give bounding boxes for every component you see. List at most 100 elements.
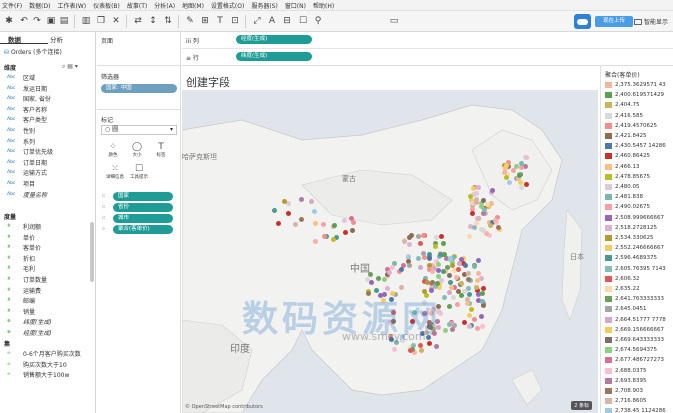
city-mark[interactable] xyxy=(311,209,317,215)
legend-item[interactable]: 2,552.246666667 xyxy=(605,244,664,252)
city-mark[interactable] xyxy=(478,314,484,320)
smart-show-button[interactable]: 智能显示 xyxy=(634,17,668,26)
field-item[interactable]: # 客单价 xyxy=(7,243,41,252)
mark-pill-country[interactable]: 国家 xyxy=(113,192,173,201)
legend-item[interactable]: 2,490.02675 xyxy=(605,203,650,211)
group-icon[interactable]: ⊞ xyxy=(199,15,211,27)
city-mark[interactable] xyxy=(285,210,291,216)
city-mark[interactable] xyxy=(453,275,459,281)
field-item[interactable]: Abc 客户类型 xyxy=(7,115,47,124)
color-button[interactable]: ⁘ 颜色 xyxy=(103,142,123,162)
legend-item[interactable]: 2,480.05 xyxy=(605,183,640,191)
city-mark[interactable] xyxy=(466,292,472,298)
field-item[interactable]: ⊕ 经度(生成) xyxy=(7,328,52,337)
city-mark[interactable] xyxy=(417,240,423,246)
city-mark[interactable] xyxy=(475,271,481,277)
city-mark[interactable] xyxy=(471,185,476,191)
city-mark[interactable] xyxy=(503,163,509,169)
field-item[interactable]: Abc 系列 xyxy=(7,137,35,146)
city-mark[interactable] xyxy=(299,216,305,222)
size-button[interactable]: ◯ 大小 xyxy=(127,142,147,162)
legend-item[interactable]: 2,466.13 xyxy=(605,163,640,171)
legend-item[interactable]: 2,606.32 xyxy=(605,275,640,283)
mark-pill-avg-price[interactable]: 聚合(客单价) xyxy=(113,225,173,234)
city-mark[interactable] xyxy=(322,233,328,239)
city-mark[interactable] xyxy=(331,223,337,229)
city-mark[interactable] xyxy=(523,181,529,187)
duplicate-icon[interactable]: ❐ xyxy=(95,15,107,27)
legend-item[interactable]: 2,669.156666667 xyxy=(605,326,664,334)
menu-item[interactable]: 工作表(W) xyxy=(57,1,86,10)
field-item[interactable]: Abc 客户名称 xyxy=(7,105,47,114)
city-mark[interactable] xyxy=(495,224,501,230)
field-item[interactable]: ∞ 购买次数大于10 xyxy=(7,360,67,369)
legend-item[interactable]: 2,404.75 xyxy=(605,101,640,109)
field-item[interactable]: Abc 区域 xyxy=(7,73,35,82)
sort-desc-icon[interactable]: ⇅ xyxy=(162,15,174,27)
legend-item[interactable]: 2,421.8425 xyxy=(605,132,647,140)
highlight-icon[interactable]: ✎ xyxy=(184,15,196,27)
detail-button[interactable]: ⁙ 详细信息 xyxy=(103,164,127,184)
field-item[interactable]: # 销量 xyxy=(7,307,35,316)
fix-axes-icon[interactable]: ⊡ xyxy=(229,15,241,27)
legend-item[interactable]: 2,416.585 xyxy=(605,112,643,120)
legend-item[interactable]: 2,481.838 xyxy=(605,193,643,201)
city-mark[interactable] xyxy=(298,196,304,202)
mark-pill-province[interactable]: 省份 xyxy=(113,203,173,212)
legend-item[interactable]: 2,688.0375 xyxy=(605,367,647,375)
menu-item[interactable]: 地图(M) xyxy=(182,1,204,10)
legend-item[interactable]: 2,669.643333333 xyxy=(605,336,664,344)
city-mark[interactable] xyxy=(461,289,467,295)
city-mark[interactable] xyxy=(342,229,348,235)
presentation-icon[interactable]: ▭ xyxy=(388,15,400,27)
legend-item[interactable]: 2,738.45 1124286 xyxy=(605,407,666,413)
datasource-item[interactable]: ⛁ Orders (多个连接) xyxy=(4,47,92,56)
legend-item[interactable]: 2,605.76395 7143 xyxy=(605,265,666,273)
city-mark[interactable] xyxy=(368,279,374,285)
city-mark[interactable] xyxy=(449,262,455,268)
legend-item[interactable]: 2,641.763333333 xyxy=(605,295,664,303)
legend-item[interactable]: 2,635.22 xyxy=(605,285,640,293)
sort-asc-icon[interactable]: ↕ xyxy=(147,15,159,27)
columns-pill[interactable]: 经度(生成) xyxy=(236,35,312,44)
city-mark[interactable] xyxy=(449,327,455,333)
menu-item[interactable]: 分析(A) xyxy=(154,1,175,10)
tableau-logo-icon[interactable]: ✱ xyxy=(3,15,15,27)
legend-item[interactable]: 2,375.3629571 43 xyxy=(605,81,666,89)
legend-item[interactable]: 2,478.85675 xyxy=(605,173,650,181)
city-mark[interactable] xyxy=(475,277,481,283)
city-mark[interactable] xyxy=(312,238,318,244)
field-item[interactable]: ⊕ 纬度(生成) xyxy=(7,317,52,326)
show-labels-icon[interactable]: A xyxy=(266,15,278,27)
city-mark[interactable] xyxy=(474,215,480,221)
field-item[interactable]: # 毛利 xyxy=(7,264,35,273)
city-mark[interactable] xyxy=(516,172,522,178)
undo-icon[interactable]: ↶ xyxy=(18,15,30,27)
legend-item[interactable]: 2,419.4570625 xyxy=(605,122,657,130)
mark-type-select[interactable]: ○ 圆 ▾ xyxy=(101,125,177,135)
city-mark[interactable] xyxy=(467,194,473,200)
tooltip-icon[interactable]: ☐ xyxy=(297,15,309,27)
menu-item[interactable]: 帮助(H) xyxy=(313,1,334,10)
menu-item[interactable]: 故事(T) xyxy=(127,1,147,10)
city-mark[interactable] xyxy=(467,233,473,239)
field-item[interactable]: Abc 度量名称 xyxy=(7,190,47,199)
city-mark[interactable] xyxy=(331,236,337,242)
city-mark[interactable] xyxy=(438,278,444,284)
search-icon[interactable]: ⌕ ▤ ▾ xyxy=(62,63,78,71)
city-mark[interactable] xyxy=(415,234,421,240)
city-mark[interactable] xyxy=(457,260,463,266)
city-mark[interactable] xyxy=(398,266,404,272)
save-icon[interactable]: ▣ xyxy=(45,15,57,27)
field-item[interactable]: # 利润额 xyxy=(7,222,41,231)
city-mark[interactable] xyxy=(442,294,448,300)
city-mark[interactable] xyxy=(433,344,439,350)
city-mark[interactable] xyxy=(469,210,475,216)
field-item[interactable]: # 运输费 xyxy=(7,286,41,295)
legend-item[interactable]: 2,664.51777 7778 xyxy=(605,316,666,324)
field-item[interactable]: Abc 性别 xyxy=(7,126,35,135)
menu-item[interactable]: 设置格式(O) xyxy=(211,1,244,10)
legend-item[interactable]: 2,645.0451 xyxy=(605,305,647,313)
city-mark[interactable] xyxy=(442,328,448,334)
city-mark[interactable] xyxy=(308,198,314,204)
